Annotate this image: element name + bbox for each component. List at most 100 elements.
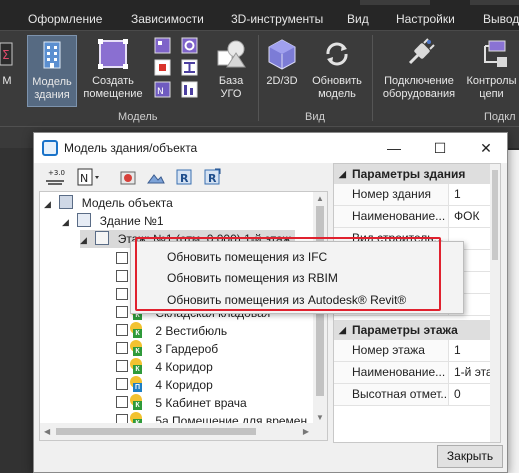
- ribbon-panel: Σ M Модель здания Создать помещение N Ба…: [0, 30, 519, 126]
- object-tree[interactable]: ◢ Модель объекта ◢ Здание №1 ◢ Этаж: №1 …: [39, 191, 328, 441]
- prop-name: Высотная отмет...: [334, 384, 449, 405]
- create-room-label-1: Создать: [92, 75, 134, 87]
- delete-icon: [120, 171, 136, 185]
- tab-view[interactable]: Вид: [347, 12, 369, 26]
- scroll-right-icon[interactable]: ▶: [303, 427, 309, 436]
- view-mode-button[interactable]: [146, 167, 166, 187]
- prop-row[interactable]: Высотная отмет... 0: [334, 384, 500, 406]
- prop-value[interactable]: 1-й этаж: [454, 362, 494, 383]
- floor-params-section[interactable]: ◢ Параметры этажа: [334, 320, 500, 340]
- workspace-left-area: [0, 148, 36, 473]
- svg-text:R: R: [180, 172, 189, 185]
- building-model-label-2: здания: [34, 89, 70, 101]
- tab-settings[interactable]: Настройки: [396, 12, 455, 26]
- minimize-button[interactable]: —: [371, 133, 417, 163]
- room-add-icon[interactable]: [154, 59, 171, 76]
- maximize-button[interactable]: ☐: [417, 133, 463, 163]
- prop-value[interactable]: 1: [454, 340, 494, 361]
- number-format-icon: N: [77, 168, 99, 186]
- create-room-button[interactable]: Создать помещение: [80, 35, 146, 107]
- tree-node-root[interactable]: ◢ Модель объекта: [44, 194, 173, 212]
- scrollbar-thumb[interactable]: [492, 170, 498, 260]
- partial-button-label: M: [2, 75, 12, 87]
- ugo-base-label-2: УГО: [220, 88, 242, 100]
- tab-zavisimosti[interactable]: Зависимости: [131, 12, 204, 26]
- highlight-annotation-box: [135, 237, 441, 311]
- tree-node-room[interactable]: К 4 Коридор: [116, 358, 213, 376]
- scrollbar-thumb[interactable]: [56, 428, 256, 435]
- prop-row[interactable]: Наименование... ФОК ˅: [334, 206, 500, 228]
- collapse-arrow-icon[interactable]: ◢: [339, 164, 346, 184]
- prop-row[interactable]: Наименование... 1-й этаж: [334, 362, 500, 384]
- plug-icon: [408, 38, 435, 65]
- tab-3d-tools[interactable]: 3D-инструменты: [231, 12, 323, 26]
- room-circle-icon[interactable]: [181, 37, 198, 54]
- room-icon: К: [116, 322, 148, 338]
- number-dropdown-button[interactable]: N: [76, 167, 102, 187]
- dialog-title: Модель здания/объекта: [64, 141, 198, 155]
- svg-text:R: R: [208, 172, 217, 185]
- numbering-icon-label: +3.0: [48, 169, 65, 177]
- room-split-icon[interactable]: [181, 59, 198, 76]
- prop-value[interactable]: ФОК: [454, 206, 494, 227]
- building-params-section[interactable]: ◢ Параметры здания: [334, 164, 500, 184]
- tree-node-room[interactable]: К 2 Вестибюль: [116, 322, 227, 340]
- scroll-left-icon[interactable]: ◀: [44, 427, 50, 436]
- building-icon: [77, 213, 92, 227]
- room-layout-icon[interactable]: [154, 37, 171, 54]
- tree-node-room[interactable]: П 4 Коридор: [116, 376, 213, 394]
- app-icon: [42, 140, 58, 156]
- prop-value[interactable]: 0: [454, 384, 494, 405]
- building-model-button[interactable]: Модель здания: [27, 35, 77, 107]
- room-icon: П: [116, 376, 148, 392]
- dialog-title-bar[interactable]: Модель здания/объекта — ☐ ✕: [34, 133, 507, 163]
- prop-row[interactable]: Номер здания 1 ˅: [334, 184, 500, 206]
- partial-ribbon-button[interactable]: Σ M: [0, 35, 14, 107]
- control-circuits-button[interactable]: Контролы цепи: [464, 35, 519, 107]
- tab-oformlenie[interactable]: Оформление: [28, 12, 102, 26]
- equipment-connection-label-1: Подключение: [384, 75, 454, 87]
- prop-value[interactable]: 1: [454, 184, 494, 205]
- close-icon: ✕: [480, 140, 492, 156]
- svg-text:Σ: Σ: [2, 48, 10, 62]
- prop-row[interactable]: Номер этажа 1: [334, 340, 500, 362]
- update-model-label-1: Обновить: [312, 75, 362, 87]
- scroll-up-icon[interactable]: ▲: [316, 194, 324, 203]
- close-dialog-button[interactable]: Закрыть: [437, 445, 503, 468]
- tree-node-label: 5 Кабинет врача: [155, 396, 247, 410]
- room-height-icon[interactable]: [181, 81, 198, 98]
- equipment-connection-button[interactable]: Подключение оборудования: [377, 35, 461, 107]
- view-2d3d-label: 2D/3D: [266, 75, 298, 87]
- close-window-button[interactable]: ✕: [463, 133, 509, 163]
- collapse-arrow-icon[interactable]: ◢: [44, 195, 56, 213]
- revit-update-button[interactable]: R: [202, 167, 222, 187]
- prop-name: Наименование...: [334, 362, 449, 383]
- tree-node-building[interactable]: ◢ Здание №1: [62, 212, 164, 230]
- room-icon: К: [116, 340, 148, 356]
- tree-node-label: 2 Вестибюль: [155, 324, 228, 338]
- room-number-icon[interactable]: N: [154, 81, 171, 98]
- scroll-down-icon[interactable]: ▼: [316, 413, 324, 422]
- control-circuits-label-2: цепи: [479, 88, 504, 100]
- svg-text:N: N: [80, 172, 88, 185]
- collapse-arrow-icon[interactable]: ◢: [339, 320, 346, 340]
- update-model-button[interactable]: Обновить модель: [307, 35, 367, 107]
- update-model-label-2: модель: [318, 88, 356, 100]
- tree-node-room[interactable]: К 5 Кабинет врача: [116, 394, 247, 412]
- create-room-label-2: помещение: [83, 88, 143, 100]
- tree-node-room[interactable]: К 3 Гардероб: [116, 340, 218, 358]
- section-title: Параметры здания: [352, 167, 466, 181]
- numbering-button[interactable]: +3.0: [44, 167, 68, 187]
- delete-item-button[interactable]: [118, 167, 138, 187]
- properties-scrollbar[interactable]: [490, 164, 500, 442]
- tree-horizontal-scrollbar[interactable]: ◀ ▶: [40, 423, 327, 440]
- tree-node-label: Модель объекта: [81, 196, 173, 210]
- room-icon: К: [116, 394, 148, 410]
- ugo-base-button[interactable]: База УГО: [208, 35, 254, 107]
- revit-export-button[interactable]: R: [174, 167, 194, 187]
- tab-output[interactable]: Вывод: [483, 12, 519, 26]
- view-2d3d-button[interactable]: 2D/3D: [262, 35, 302, 107]
- collapse-arrow-icon[interactable]: ◢: [80, 231, 92, 249]
- tree-node-label: 4 Коридор: [155, 360, 213, 374]
- collapse-arrow-icon[interactable]: ◢: [62, 213, 74, 231]
